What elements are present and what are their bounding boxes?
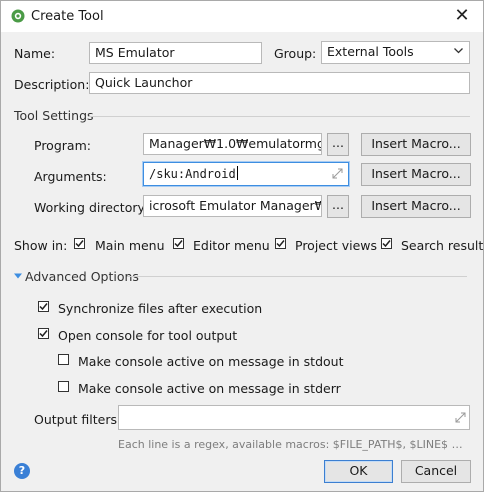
android-studio-icon [11,9,25,23]
checkmark-icon [382,240,391,248]
working-directory-insert-macro-button[interactable]: Insert Macro... [361,195,471,218]
editor-menu-label: Editor menu [193,238,270,253]
checkmark-icon [75,240,84,248]
expand-icon[interactable] [332,168,343,179]
arguments-value: /sku:Android [149,167,236,181]
create-tool-dialog: Create Tool ✕ Name: MS Emulator Group: E… [0,0,484,492]
description-input[interactable]: Quick Launchor [89,72,470,94]
active-stdout-label: Make console active on message in stdout [78,354,344,369]
name-label: Name: [14,46,56,61]
sync-files-label: Synchronize files after execution [58,301,263,316]
working-directory-browse-button[interactable]: ... [327,195,349,218]
chevron-down-icon [454,48,463,54]
tool-settings-divider [89,116,470,117]
output-filters-label: Output filters: [34,412,122,427]
window-title: Create Tool [31,9,104,24]
show-in-label: Show in: [14,238,68,253]
advanced-options-divider [127,276,467,277]
group-select[interactable]: External Tools [321,41,470,64]
group-label: Group: [274,46,317,61]
checkmark-icon [39,330,48,338]
working-directory-input[interactable]: icrosoft Emulator Manager₩1.0 [143,195,322,217]
main-menu-checkbox[interactable] [74,238,85,249]
advanced-options-title[interactable]: Advanced Options [25,269,139,284]
tool-settings-title: Tool Settings [14,108,94,123]
name-input[interactable]: MS Emulator [89,42,262,64]
expand-icon[interactable] [455,412,466,423]
sync-files-checkbox[interactable] [38,301,49,312]
project-views-label: Project views [295,238,378,253]
program-label: Program: [34,138,91,153]
active-stderr-checkbox[interactable] [58,381,69,392]
checkmark-icon [174,240,183,248]
output-filters-hint: Each line is a regex, available macros: … [118,438,466,451]
project-views-checkbox[interactable] [275,238,286,249]
search-result-label: Search result [401,238,484,253]
group-selected-value: External Tools [327,44,414,59]
help-icon[interactable]: ? [14,463,30,479]
editor-menu-checkbox[interactable] [173,238,184,249]
active-stderr-label: Make console active on message in stderr [78,381,341,396]
description-label: Description: [14,77,90,92]
arguments-label: Arguments: [34,169,107,184]
active-stdout-checkbox[interactable] [58,354,69,365]
arguments-input[interactable]: /sku:Android [143,162,349,186]
open-console-checkbox[interactable] [38,328,49,339]
cancel-button[interactable]: Cancel [401,460,471,483]
text-caret [236,166,238,180]
search-result-checkbox[interactable] [381,238,392,249]
close-icon[interactable]: ✕ [451,5,473,27]
collapse-triangle-icon[interactable] [14,272,22,280]
output-filters-input[interactable] [118,405,470,430]
program-input[interactable]: Manager₩1.0₩emulatormgr.exe [143,133,322,155]
checkmark-icon [276,240,285,248]
open-console-label: Open console for tool output [58,328,238,343]
ok-button[interactable]: OK [324,460,393,483]
program-insert-macro-button[interactable]: Insert Macro... [361,133,471,156]
working-directory-label: Working directory: [34,200,149,215]
program-browse-button[interactable]: ... [327,133,349,156]
main-menu-label: Main menu [95,238,165,253]
title-bar: Create Tool ✕ [1,1,483,32]
arguments-insert-macro-button[interactable]: Insert Macro... [361,163,471,186]
checkmark-icon [39,303,48,311]
